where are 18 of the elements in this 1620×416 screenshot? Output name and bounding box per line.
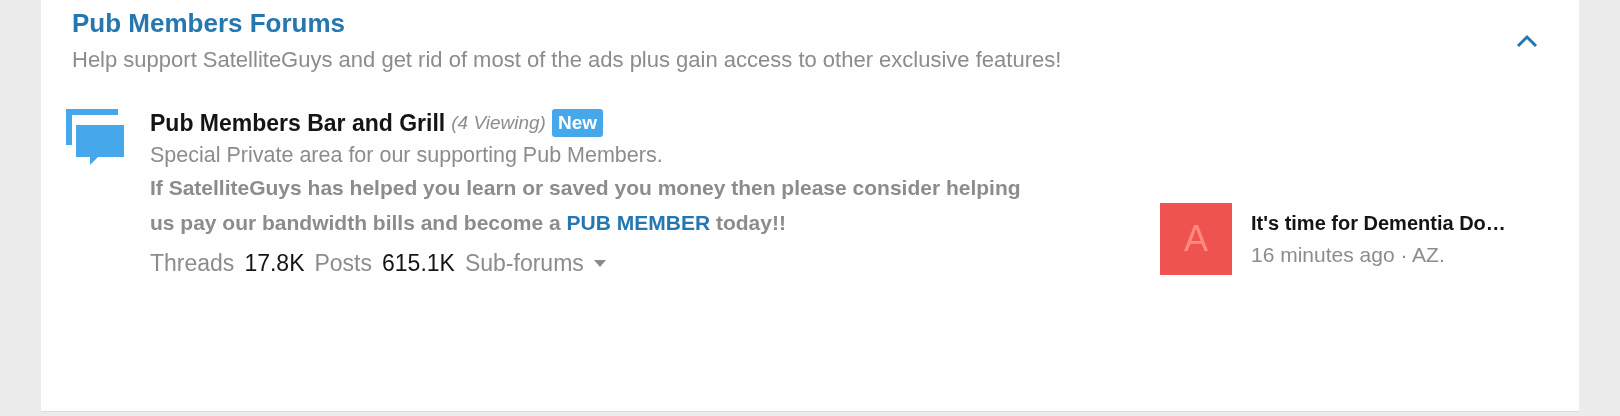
- last-post-meta: 16 minutes ago · AZ.: [1251, 242, 1446, 267]
- promo-text: If SatelliteGuys has helped you learn or saved you money then please consider helping us pay our bandwidth bills and become a PUB MEMBER today!!: [150, 175, 1022, 236]
- caret-icon: [593, 260, 606, 267]
- speech-bubbles-icon: [66, 109, 126, 167]
- last-post-title[interactable]: It's time for Dementia Do…: [1251, 211, 1506, 235]
- new-badge: New: [551, 109, 604, 137]
- stat-label: Threads: [150, 250, 235, 277]
- category-description: Help support SatelliteGuys and get rid of most of the ads plus gain access to other exclusive features!: [72, 47, 1062, 73]
- stat-value: 615.1K: [382, 250, 455, 277]
- forum-description: Special Private area for our supporting Pub Members.: [150, 143, 664, 168]
- stat-value: 17.8K: [244, 250, 305, 277]
- forum-title[interactable]: Pub Members Bar and Grill: [150, 109, 446, 137]
- category-title[interactable]: Pub Members Forums: [72, 8, 1062, 39]
- stat-label: Posts: [314, 250, 372, 277]
- sub-forums-dropdown[interactable]: Sub-forums: [464, 250, 606, 277]
- chevron-up-icon[interactable]: [1515, 32, 1539, 49]
- viewing-count: (4 Viewing): [451, 112, 546, 134]
- pub-member-link[interactable]: PUB MEMBER: [566, 211, 711, 234]
